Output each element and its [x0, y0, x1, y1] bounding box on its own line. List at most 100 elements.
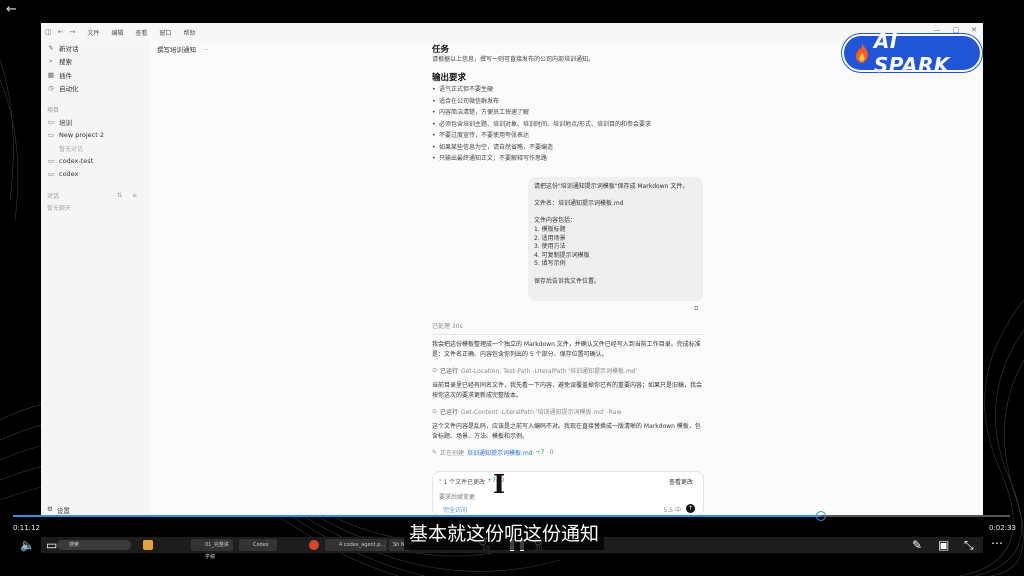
command-text: Get-Location; Test-Path -LiteralPath '培训… [461, 368, 638, 375]
sidebar-item-plugins[interactable]: ▦ 插件 [47, 68, 151, 82]
message-line: 文件名：培训通知提示词模板.md [534, 200, 624, 208]
taskbar-app[interactable]: 01_完整讲学稿 [191, 539, 233, 560]
command-run[interactable]: ⊙ 已运行 Get-Location; Test-Path -LiteralPa… [432, 366, 637, 375]
progress-knob[interactable] [815, 511, 826, 521]
video-top-bar: ← [0, 0, 1024, 22]
pencil-icon: ✎ [432, 449, 438, 456]
progress-fill [13, 515, 821, 517]
send-button[interactable]: ↑ [686, 504, 695, 513]
command-icon: ⊙ [432, 408, 438, 415]
sidebar-item-label: 搜索 [59, 58, 72, 67]
threads-empty: 暂无聊天 [47, 205, 72, 212]
message-line: 5. 填写示例 [534, 260, 566, 268]
message-line: 保存后告诉我文件位置。 [534, 277, 601, 285]
sidebar-item-search[interactable]: ⌕ 搜索 [47, 55, 151, 69]
menu-file[interactable]: 文件 [87, 28, 99, 37]
message-line: 1. 模板标题 [534, 225, 566, 233]
sidebar-item-label: 自动化 [59, 85, 79, 94]
sidebar-item-new-chat[interactable]: ✎ 新对话 [47, 41, 151, 55]
mini-player-icon[interactable]: ▣ [938, 538, 949, 552]
task-heading: 任务 [432, 45, 450, 55]
thread-title[interactable]: 撰写培训通知 ··· [157, 44, 208, 54]
thread-title-text: 撰写培训通知 [157, 46, 196, 54]
assistant-reply: 这个文件内容是乱码，应该是之前写入编码不对。我现在直接替换成一版清晰的 Mark… [432, 423, 701, 440]
flame-icon [855, 43, 868, 63]
processed-time: 已处理 30s [432, 323, 463, 330]
settings-button[interactable]: ⚙ 设置 [47, 505, 70, 515]
badge-text: AI SPARK [873, 29, 950, 77]
requirements-list: 语气正式但不要生硬 适合在公司微信群发布 内容简洁清楚，方便员工快速了解 必须包… [432, 84, 702, 165]
sidebar-item-automation[interactable]: ◷ 自动化 [47, 82, 151, 96]
taskbar-app[interactable]: 4 codex_agent.p... [325, 539, 387, 551]
taskbar-app[interactable]: Codex [239, 539, 277, 551]
sidebar-project-codex[interactable]: ▭ codex [47, 168, 151, 182]
browser-icon[interactable] [309, 540, 319, 550]
chat-prompt-block: 任务 请根据以上信息，撰写一则可直接发布的公司内部培训通知。 输出要求 语气正式… [432, 41, 702, 165]
back-icon[interactable]: ← [58, 28, 64, 36]
back-arrow-icon[interactable]: ← [6, 2, 17, 17]
threads-heading-label: 对话 [47, 192, 60, 200]
message-line: 3. 使用方法 [534, 243, 566, 251]
sidebar-project-new-project-2[interactable]: ▭ New project 2 [47, 129, 151, 143]
list-item: 语气正式但不要生硬 [432, 84, 702, 96]
project-label: New project 2 [59, 131, 105, 140]
menu-window[interactable]: 窗口 [159, 28, 171, 37]
lines-added: +7 [535, 449, 545, 456]
edit-file-link[interactable]: 培训通知提示词模板.md [467, 448, 533, 457]
command-status: 已运行 [440, 409, 459, 416]
message-line: 请把这份"培训通知提示词模板"保存成 Markdown 文件。 [534, 183, 689, 190]
message-line [534, 269, 697, 278]
folder-icon: ▭ [47, 117, 55, 126]
total-time: 0:02:33 [989, 524, 1016, 532]
project-label: codex-test [59, 156, 94, 165]
view-changes-button[interactable]: 查看更改 [669, 477, 693, 486]
file-edit-status[interactable]: ✎ 正在创建 培训通知提示词模板.md +7 -0 [432, 448, 553, 457]
volume-icon[interactable]: 🔈 [20, 538, 35, 552]
command-icon: ⊙ [432, 367, 438, 374]
fullscreen-icon[interactable]: ⤡ [964, 538, 974, 553]
search-icon: ⌕ [49, 56, 53, 65]
project-empty-note: 暂无对话 [59, 145, 84, 153]
taskbar-search[interactable]: 搜索 [57, 540, 131, 550]
sidebar-project-training[interactable]: ▭ 培训 [47, 115, 151, 129]
widget-icon[interactable] [143, 540, 153, 550]
project-label: codex [59, 170, 79, 179]
composer-input[interactable] [439, 492, 694, 502]
composer-toolbar: 完全访问 5.5 中 ↑ [439, 504, 699, 514]
gear-icon: ⚙ [47, 505, 53, 513]
menu-help[interactable]: 帮助 [183, 28, 195, 37]
command-run[interactable]: ⊙ 已运行 Get-Content -LiteralPath '培训通知提示词模… [432, 407, 621, 416]
threads-actions-icon[interactable]: ⇅ ≡ [117, 192, 141, 199]
menu-edit[interactable]: 编辑 [111, 28, 123, 37]
video-progress-bar[interactable] [13, 511, 1010, 521]
list-item: 如果某些信息为空，请自然省略，不要编造 [432, 142, 702, 154]
changes-label: 1 个文件已更改 [443, 479, 486, 486]
ai-spark-badge: AI SPARK [842, 29, 982, 77]
command-status: 已运行 [440, 368, 459, 375]
access-mode-button[interactable]: 完全访问 [443, 505, 467, 514]
model-selector[interactable]: 5.5 中 [664, 505, 681, 514]
user-message-bubble: 请把这份"培训通知提示词模板"保存成 Markdown 文件。 文件名：培训通知… [528, 177, 703, 301]
message-line: 2. 适用场景 [534, 234, 566, 242]
more-options-icon[interactable]: ⋯ [991, 536, 1003, 550]
message-line [534, 192, 697, 201]
captions-icon[interactable]: ▭ [46, 538, 57, 552]
more-icon[interactable]: ··· [202, 46, 208, 54]
list-item: 必须包含培训主题、培训对象、培训时间、培训地点/形式、培训目的和参会要求 [432, 119, 702, 131]
pen-icon[interactable]: ✎ [912, 538, 922, 552]
sidebar-project-codex-test[interactable]: ▭ codex-test [47, 154, 151, 168]
app-window: ◫ ← → 文件 编辑 查看 窗口 帮助 — □ ✕ ✎ 新对话 ⌕ 搜索 ▦ … [41, 23, 983, 516]
new-chat-icon: ✎ [48, 43, 54, 52]
copy-icon[interactable]: ⧉ [694, 305, 698, 313]
forward-icon[interactable]: → [70, 28, 76, 36]
sidebar-toggle-icon[interactable]: ◫ [45, 28, 52, 36]
project-label: 培训 [59, 118, 72, 127]
text-cursor-icon: I [493, 470, 506, 500]
automation-icon: ◷ [48, 84, 54, 93]
threads-heading: 对话 ⇅ ≡ [47, 189, 151, 201]
folder-icon: ▭ [47, 156, 55, 165]
plugin-icon: ▦ [47, 70, 55, 79]
assistant-reply: 当前目录里已经有同名文件，我先看一下内容，避免误覆盖掉你已有的重要内容；如果只是… [432, 382, 703, 399]
menu-view[interactable]: 查看 [135, 28, 147, 37]
sidebar-item-label: 插件 [59, 71, 72, 80]
